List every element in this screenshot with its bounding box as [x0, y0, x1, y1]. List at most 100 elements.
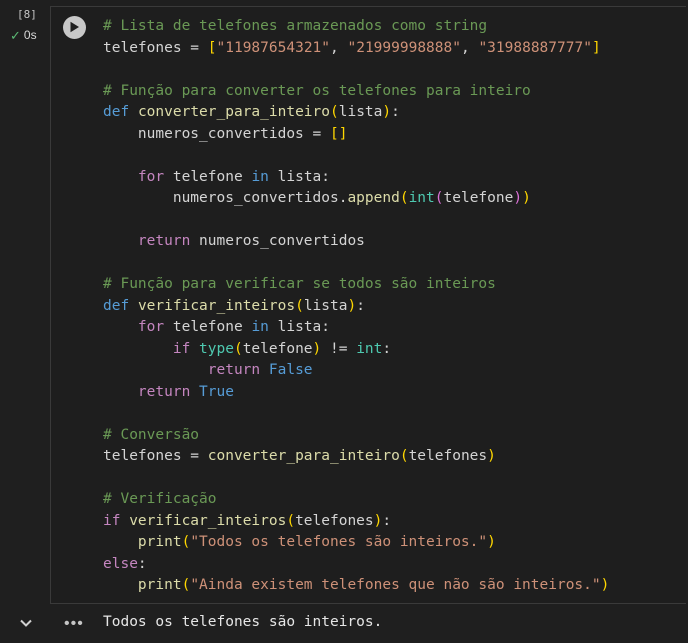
code-line[interactable]: def verificar_inteiros(lista):: [103, 296, 609, 318]
code-line[interactable]: # Função para verificar se todos são int…: [103, 274, 609, 296]
code-token: [: [207, 39, 217, 56]
code-line[interactable]: print("Todos os telefones são inteiros."…: [103, 532, 609, 554]
chevron-down-icon[interactable]: [19, 615, 33, 629]
code-token: telefones: [295, 512, 374, 529]
code-line[interactable]: return True: [103, 382, 609, 404]
code-line[interactable]: # Função para converter os telefones par…: [103, 81, 609, 103]
code-line[interactable]: # Lista de telefones armazenados como st…: [103, 16, 609, 38]
code-line[interactable]: return False: [103, 360, 609, 382]
code-token: =: [181, 39, 208, 56]
code-line[interactable]: print("Ainda existem telefones que não s…: [103, 575, 609, 597]
code-token: type: [199, 340, 234, 357]
execution-status: ✓ 0s: [10, 28, 37, 42]
code-line[interactable]: telefones = ["11987654321", "21999998888…: [103, 38, 609, 60]
code-token: ): [487, 534, 496, 550]
code-token: ,: [460, 39, 479, 56]
code-token: "Ainda existem telefones que não são int…: [190, 577, 601, 593]
cell-gutter: [8] ✓ 0s: [0, 0, 50, 643]
code-token: verificar_inteiros: [129, 512, 287, 529]
code-line[interactable]: numeros_convertidos = []: [103, 124, 609, 146]
code-token: ): [600, 577, 610, 593]
code-token: if: [103, 512, 121, 529]
code-token: (: [399, 190, 409, 206]
code-token: for: [137, 168, 165, 185]
code-line[interactable]: if verificar_inteiros(telefones):: [103, 511, 609, 533]
code-token: "21999998888": [347, 39, 461, 56]
code-token: (: [233, 340, 243, 357]
code-token: print: [137, 534, 182, 550]
code-token: ): [522, 190, 531, 206]
code-token: # Conversão: [103, 426, 200, 443]
code-token: True: [199, 383, 234, 400]
code-token: False: [268, 362, 313, 378]
code-line[interactable]: [103, 145, 609, 167]
code-token: "Todos os telefones são inteiros.": [190, 534, 488, 550]
execution-duration: 0s: [23, 28, 37, 42]
code-token: return: [137, 233, 191, 249]
run-cell-button[interactable]: [63, 16, 86, 39]
code-token: (: [181, 577, 191, 593]
code-token: telefone: [443, 190, 514, 206]
code-token: else: [103, 555, 138, 572]
code-token: telefone: [164, 319, 252, 335]
code-token: # Função para converter os telefones par…: [103, 82, 531, 99]
code-token: in: [251, 168, 269, 185]
code-line[interactable]: return numeros_convertidos: [103, 231, 609, 253]
code-token: :: [382, 512, 392, 529]
code-line[interactable]: def converter_para_inteiro(lista):: [103, 102, 609, 124]
code-token: return: [207, 362, 261, 378]
code-line[interactable]: # Verificação: [103, 489, 609, 511]
code-editor[interactable]: # Lista de telefones armazenados como st…: [103, 16, 609, 597]
code-token: def: [103, 104, 130, 120]
code-line[interactable]: [103, 210, 609, 232]
code-token: :: [382, 340, 392, 357]
code-token: lista: [303, 297, 348, 314]
code-line[interactable]: [103, 253, 609, 275]
code-token: (: [181, 534, 191, 550]
code-line[interactable]: if type(telefone) != int:: [103, 339, 609, 361]
code-token: lista: [338, 104, 383, 120]
code-token: in: [251, 319, 269, 335]
code-line[interactable]: [103, 59, 609, 81]
more-horiz-icon[interactable]: •••: [64, 616, 84, 632]
code-line[interactable]: [103, 403, 609, 425]
code-token: ,: [330, 39, 348, 56]
code-line[interactable]: [103, 468, 609, 490]
check-icon: ✓: [10, 27, 21, 43]
code-token: ): [487, 448, 496, 464]
code-token: if: [172, 340, 191, 357]
code-token: converter_para_inteiro: [137, 104, 330, 120]
code-token: numeros_convertidos =: [103, 125, 330, 142]
code-token: (: [330, 104, 339, 120]
code-line[interactable]: else:: [103, 554, 609, 576]
code-line[interactable]: numeros_convertidos.append(int(telefone)…: [103, 188, 609, 210]
code-token: ): [513, 190, 523, 206]
code-token: ): [347, 297, 357, 314]
code-token: converter_para_inteiro: [207, 448, 400, 464]
code-token: int: [356, 340, 383, 357]
code-line[interactable]: telefones = converter_para_inteiro(telef…: [103, 446, 609, 468]
code-line[interactable]: for telefone in lista:: [103, 167, 609, 189]
code-line[interactable]: for telefone in lista:: [103, 317, 609, 339]
code-token: telefone: [164, 168, 252, 185]
code-token: return: [137, 383, 191, 400]
code-token: telefone: [242, 340, 313, 357]
code-line[interactable]: # Conversão: [103, 425, 609, 447]
code-token: (: [286, 512, 296, 529]
code-token: !=: [321, 340, 357, 357]
code-token: lista:: [268, 168, 331, 185]
code-token: (: [399, 448, 409, 464]
code-token: # Lista de telefones armazenados como st…: [103, 18, 488, 34]
